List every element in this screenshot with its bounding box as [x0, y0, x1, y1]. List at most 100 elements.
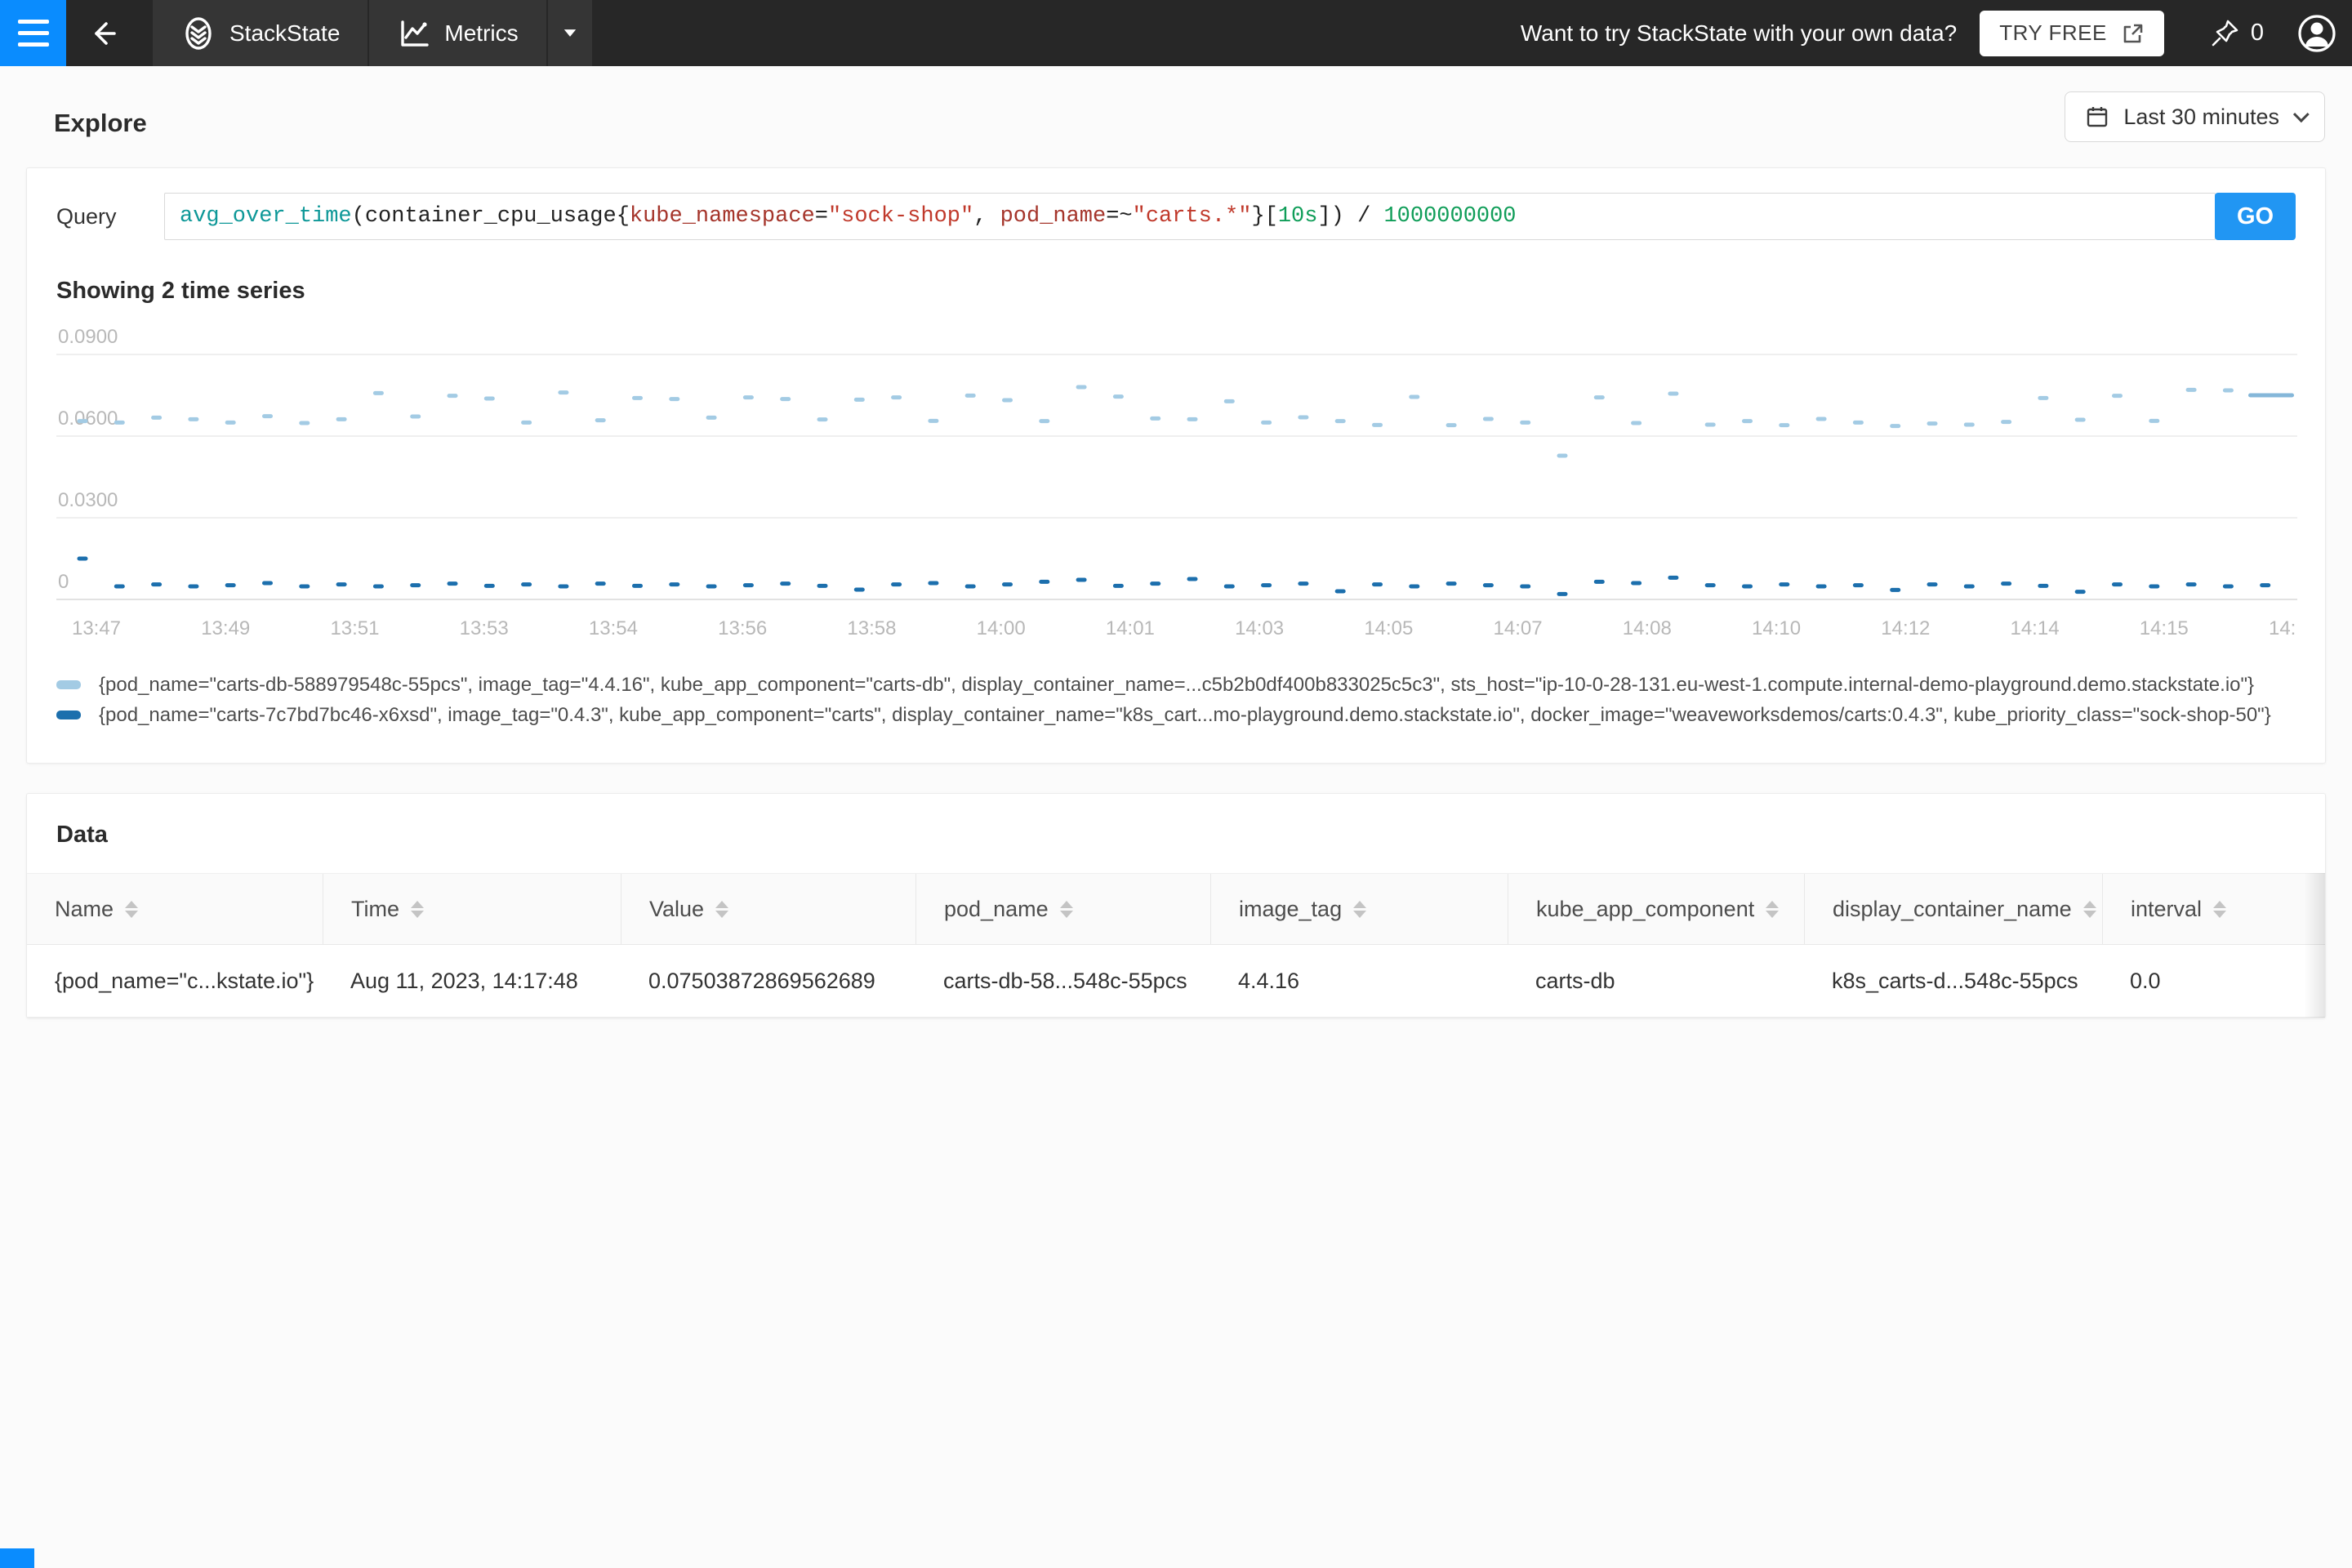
data-point-dash[interactable] [743, 583, 754, 587]
data-point-dash[interactable] [188, 585, 198, 589]
data-point-dash[interactable] [2223, 389, 2234, 393]
data-point-dash[interactable] [114, 421, 125, 425]
data-point-dash[interactable] [2260, 583, 2270, 587]
data-point-dash[interactable] [151, 582, 162, 586]
data-point-dash[interactable] [410, 583, 421, 587]
data-point-dash[interactable] [1483, 583, 1494, 587]
sort-arrows-icon[interactable] [1353, 901, 1366, 918]
legend-item[interactable]: {pod_name="carts-7c7bd7bc46-x6xsd", imag… [56, 700, 2296, 730]
data-point-dash[interactable] [1298, 581, 1308, 586]
column-header-interval[interactable]: interval [2102, 874, 2327, 944]
data-point-dash[interactable] [1224, 399, 1235, 403]
data-point-dash[interactable] [114, 585, 125, 589]
data-point-dash[interactable] [521, 421, 532, 425]
data-point-dash[interactable] [1372, 423, 1383, 427]
data-point-dash[interactable] [1409, 395, 1419, 399]
data-point-dash[interactable] [1779, 423, 1789, 427]
data-point-dash[interactable] [2112, 582, 2123, 586]
data-point-dash[interactable] [2186, 388, 2197, 392]
data-point-dash[interactable] [225, 421, 236, 425]
data-point-dash[interactable] [1631, 581, 1642, 586]
data-point-dash[interactable] [1520, 585, 1530, 589]
data-point-dash[interactable] [780, 397, 791, 401]
data-point-dash[interactable] [262, 414, 273, 418]
data-point-dash[interactable] [1372, 582, 1383, 586]
data-point-dash[interactable] [1002, 399, 1013, 403]
data-point-dash[interactable] [1446, 423, 1457, 427]
data-point-dash[interactable] [262, 581, 273, 586]
data-point-dash[interactable] [1150, 581, 1160, 586]
data-point-dash[interactable] [1853, 421, 1864, 425]
try-free-button[interactable]: TRY FREE [1980, 11, 2164, 56]
data-point-dash[interactable] [1853, 583, 1864, 587]
data-point-dash[interactable] [410, 415, 421, 419]
data-point-dash[interactable] [336, 582, 347, 586]
data-point-dash[interactable] [780, 581, 791, 586]
data-point-dash[interactable] [1039, 419, 1049, 423]
data-point-dash[interactable] [817, 417, 828, 421]
data-point-dash[interactable] [2001, 581, 2011, 586]
data-point-dash[interactable] [1298, 416, 1308, 420]
data-point-dash[interactable] [1742, 585, 1753, 589]
data-point-dash[interactable] [299, 421, 310, 425]
go-button[interactable]: GO [2215, 193, 2296, 240]
data-point-dash[interactable] [1261, 421, 1272, 425]
data-point-dash[interactable] [965, 394, 976, 398]
data-point-dash[interactable] [1113, 394, 1124, 399]
data-point-dash[interactable] [558, 585, 568, 589]
data-point-dash[interactable] [706, 416, 717, 420]
sort-arrows-icon[interactable] [715, 901, 728, 918]
column-header-pod-name[interactable]: pod_name [915, 874, 1210, 944]
data-point-dash[interactable] [336, 417, 347, 421]
tab-dropdown-button[interactable] [548, 0, 592, 66]
pinned-items-button[interactable]: 0 [2208, 17, 2264, 50]
sort-arrows-icon[interactable] [125, 901, 138, 918]
data-point-dash[interactable] [1039, 580, 1049, 584]
time-series-chart[interactable]: 00.03000.06000.090013:4713:4913:5113:531… [56, 316, 2296, 653]
data-point-dash[interactable] [1076, 578, 1087, 582]
column-header-kube-app-component[interactable]: kube_app_component [1508, 874, 1804, 944]
column-header-name[interactable]: Name [27, 874, 323, 944]
data-point-dash[interactable] [669, 397, 679, 401]
sort-arrows-icon[interactable] [1060, 901, 1073, 918]
data-point-dash[interactable] [1335, 419, 1346, 423]
data-point-dash[interactable] [1187, 577, 1198, 581]
data-point-dash[interactable] [1742, 419, 1753, 423]
sort-arrows-icon[interactable] [2213, 901, 2226, 918]
user-menu-button[interactable] [2296, 13, 2337, 54]
data-point-dash[interactable] [669, 582, 679, 586]
column-header-image-tag[interactable]: image_tag [1210, 874, 1508, 944]
data-point-dash[interactable] [1076, 385, 1087, 390]
data-point-dash[interactable] [521, 582, 532, 586]
data-point-dash[interactable] [891, 395, 902, 399]
data-point-dash[interactable] [1964, 585, 1975, 589]
data-point-dash[interactable] [484, 584, 495, 588]
data-point-dash[interactable] [2001, 420, 2011, 424]
data-point-dash[interactable] [1779, 582, 1789, 586]
data-point-dash[interactable] [595, 418, 606, 422]
data-point-dash[interactable] [1816, 585, 1827, 589]
data-point-dash[interactable] [854, 398, 865, 402]
data-point-dash[interactable] [1890, 424, 1900, 428]
data-point-dash[interactable] [632, 396, 643, 400]
data-point-dash[interactable] [1557, 454, 1568, 458]
data-point-dash[interactable] [1705, 423, 1716, 427]
data-point-dash[interactable] [1150, 416, 1160, 421]
data-point-dash[interactable] [1224, 585, 1235, 589]
data-point-dash[interactable] [2038, 584, 2048, 588]
data-point-dash[interactable] [1668, 392, 1678, 396]
data-point-dash[interactable] [1964, 423, 1975, 427]
data-point-dash[interactable] [2248, 394, 2294, 398]
column-header-display-container-name[interactable]: display_container_name [1804, 874, 2102, 944]
data-point-dash[interactable] [1261, 583, 1272, 587]
data-point-dash[interactable] [1335, 590, 1346, 594]
data-point-dash[interactable] [1668, 576, 1678, 580]
data-point-dash[interactable] [1113, 584, 1124, 588]
data-point-dash[interactable] [558, 390, 568, 394]
data-point-dash[interactable] [817, 584, 828, 588]
data-point-dash[interactable] [1594, 395, 1605, 399]
data-point-dash[interactable] [2149, 585, 2159, 589]
data-point-dash[interactable] [1705, 583, 1716, 587]
back-button[interactable] [66, 0, 140, 66]
data-point-dash[interactable] [2075, 590, 2086, 594]
